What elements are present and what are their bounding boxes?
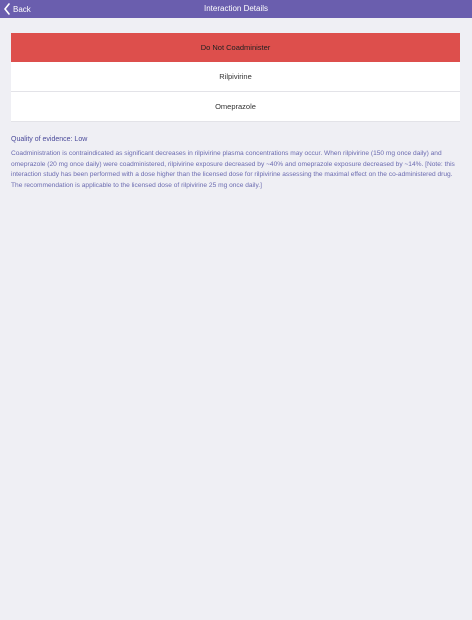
drug-row-rilpivirine: Rilpivirine [11,62,460,92]
interaction-status-row: Do Not Coadminister [11,33,460,62]
interaction-description: Coadministration is contraindicated as s… [11,150,455,189]
chevron-left-icon [3,3,11,15]
quality-of-evidence: Quality of evidence: Low [11,136,88,143]
navigation-bar: Back Interaction Details [0,0,472,18]
drug-row-omeprazole: Omeprazole [11,92,460,122]
page-title: Interaction Details [203,4,269,13]
interaction-table: Do Not Coadminister Rilpivirine Omeprazo… [11,33,460,122]
back-label: Back [13,4,31,14]
back-button[interactable]: Back [3,0,31,18]
